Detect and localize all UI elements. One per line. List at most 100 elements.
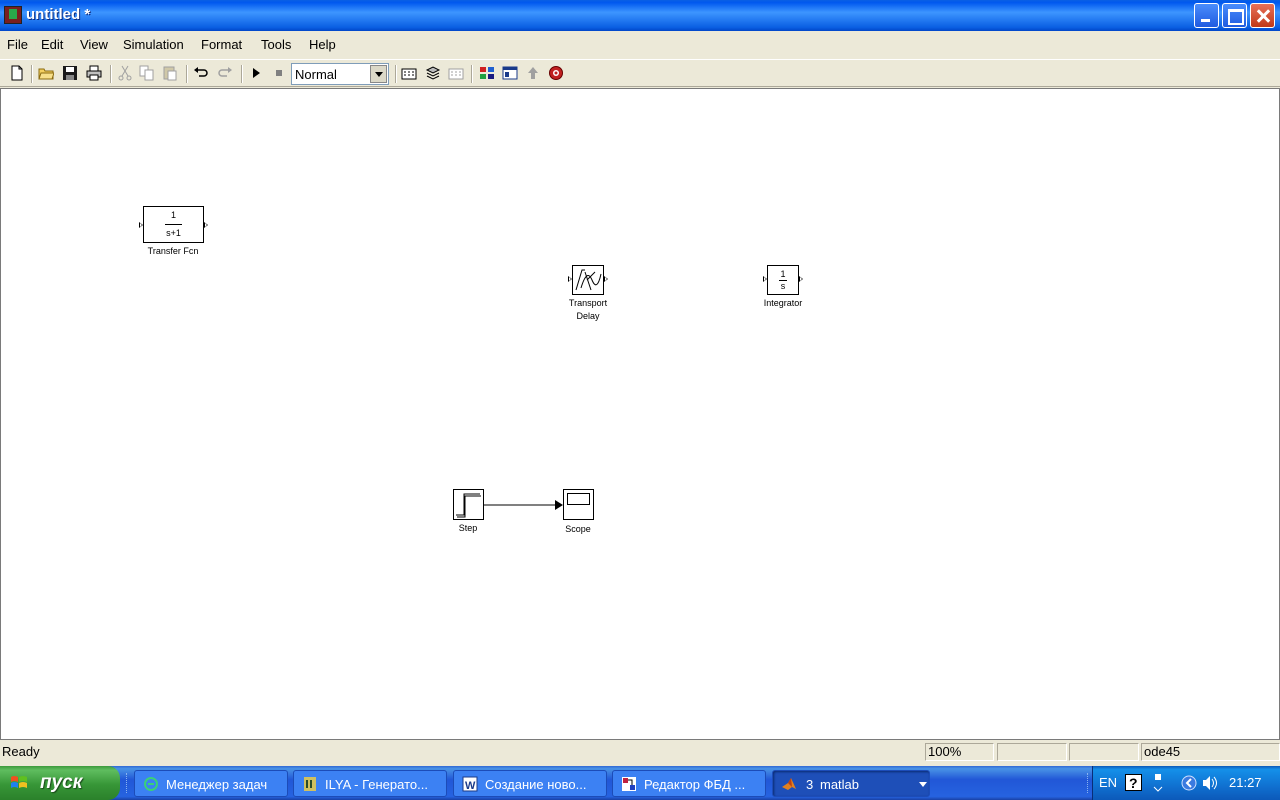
task-fbd-editor[interactable]: Редактор ФБД ... <box>612 770 766 797</box>
scope-block[interactable] <box>563 489 594 520</box>
library-browser-icon[interactable] <box>479 65 495 81</box>
clock[interactable]: 21:27 <box>1229 775 1262 790</box>
task-matlab-group[interactable]: 3 matlab <box>772 770 930 797</box>
task-manager-icon <box>144 777 158 791</box>
integrator-output-port[interactable] <box>799 276 803 282</box>
start-button[interactable]: пуск <box>0 766 120 800</box>
menu-bar: File Edit View Simulation Format Tools H… <box>0 31 1280 57</box>
task-label: Создание ново... <box>485 777 587 792</box>
integrator-block[interactable]: 1 s <box>767 265 799 295</box>
undo-icon[interactable] <box>193 65 209 81</box>
task-word[interactable]: W Создание ново... <box>453 770 607 797</box>
transport-delay-label-line1[interactable]: Transport <box>569 298 607 308</box>
menu-simulation[interactable]: Simulation <box>123 37 184 52</box>
status-text: Ready <box>2 744 40 759</box>
menu-help[interactable]: Help <box>309 37 336 52</box>
volume-icon[interactable] <box>1201 774 1219 792</box>
chevron-down-icon <box>919 782 927 787</box>
toolbar: Normal <box>0 59 1280 87</box>
transfer-fcn-denominator: s+1 <box>166 228 181 238</box>
status-pane-4 <box>1069 743 1139 761</box>
minimize-button[interactable] <box>1194 3 1219 28</box>
svg-text:W: W <box>465 780 476 792</box>
taskbar: пуск Менеджер задач ILYA - Генерато... W… <box>0 766 1280 800</box>
build-subsystem-icon[interactable] <box>448 65 464 81</box>
cut-icon[interactable] <box>117 65 133 81</box>
transfer-fcn-block[interactable]: 1 s+1 <box>143 206 204 243</box>
update-diagram-icon[interactable] <box>425 65 441 81</box>
step-block[interactable] <box>453 489 484 520</box>
zoom-level: 100% <box>925 743 994 761</box>
model-canvas[interactable]: 1 s+1 Transfer Fcn Transport Delay 1 s I… <box>0 88 1280 740</box>
close-button[interactable] <box>1250 3 1275 28</box>
transfer-fcn-label[interactable]: Transfer Fcn <box>148 246 199 256</box>
step-icon <box>456 493 481 518</box>
window-title: untitled * <box>26 6 91 23</box>
new-icon[interactable] <box>9 65 25 81</box>
delay-wave-icon <box>575 269 602 291</box>
transfer-fcn-numerator: 1 <box>170 210 176 220</box>
start-simulation-icon[interactable] <box>248 65 264 81</box>
menu-file[interactable]: File <box>7 37 28 52</box>
toolbar-separator <box>31 65 32 83</box>
integrator-denominator: s <box>780 281 786 291</box>
toolbar-separator <box>186 65 187 83</box>
integrator-label[interactable]: Integrator <box>764 298 803 308</box>
task-label: ILYA - Генерато... <box>325 777 428 792</box>
step-label[interactable]: Step <box>459 523 478 533</box>
task-group-count: 3 <box>806 777 814 792</box>
paste-icon[interactable] <box>162 65 178 81</box>
debug-icon[interactable] <box>548 65 564 81</box>
stop-simulation-icon[interactable] <box>271 65 287 81</box>
transfer-fcn-output-port[interactable] <box>204 222 208 228</box>
scope-label[interactable]: Scope <box>565 524 591 534</box>
system-tray: EN ? 21:27 <box>1087 766 1280 800</box>
transport-delay-block[interactable] <box>572 265 604 295</box>
go-to-parent-icon[interactable] <box>525 65 541 81</box>
menu-view[interactable]: View <box>80 37 108 52</box>
redo-icon[interactable] <box>217 65 233 81</box>
toolbar-separator <box>471 65 472 83</box>
transport-delay-label-line2[interactable]: Delay <box>576 311 599 321</box>
fbd-editor-icon <box>622 777 636 791</box>
menu-format[interactable]: Format <box>201 37 242 52</box>
fraction-bar <box>165 224 182 225</box>
simulation-mode-select[interactable]: Normal <box>291 63 389 85</box>
toolbar-separator <box>241 65 242 83</box>
simulation-mode-value: Normal <box>295 67 337 82</box>
safely-remove-hardware-icon[interactable] <box>1153 772 1163 794</box>
menu-edit[interactable]: Edit <box>41 37 63 52</box>
save-icon[interactable] <box>62 65 78 81</box>
task-task-manager[interactable]: Менеджер задач <box>134 770 288 797</box>
help-icon[interactable]: ? <box>1125 774 1142 791</box>
word-icon: W <box>462 776 478 792</box>
solver-name: ode45 <box>1141 743 1280 761</box>
task-label: Редактор ФБД ... <box>644 777 746 792</box>
toolbar-separator <box>395 65 396 83</box>
maximize-button[interactable] <box>1222 3 1247 28</box>
status-pane-3 <box>997 743 1067 761</box>
taskbar-grip[interactable] <box>126 773 129 793</box>
simulink-model-icon[interactable] <box>4 6 22 24</box>
task-label: matlab <box>820 777 860 792</box>
signal-line[interactable] <box>484 499 564 511</box>
menu-tools[interactable]: Tools <box>261 37 291 52</box>
chevron-down-icon[interactable] <box>370 65 387 83</box>
copy-icon[interactable] <box>139 65 155 81</box>
show-hidden-icons-icon[interactable] <box>1181 775 1197 791</box>
language-indicator[interactable]: EN <box>1099 775 1117 790</box>
open-icon[interactable] <box>38 65 54 81</box>
model-explorer-icon[interactable] <box>502 65 518 81</box>
integrator-numerator: 1 <box>780 269 786 279</box>
transport-delay-output-port[interactable] <box>604 276 608 282</box>
toolbar-separator <box>110 65 111 83</box>
start-label: пуск <box>40 772 83 793</box>
svg-text:?: ? <box>1129 775 1138 791</box>
print-icon[interactable] <box>86 65 102 81</box>
task-ilya[interactable]: ILYA - Генерато... <box>293 770 447 797</box>
matlab-icon <box>782 778 796 790</box>
build-icon[interactable] <box>401 65 417 81</box>
task-label: Менеджер задач <box>166 777 268 792</box>
tray-grip <box>1087 773 1090 793</box>
title-bar[interactable]: untitled * <box>0 0 1280 31</box>
